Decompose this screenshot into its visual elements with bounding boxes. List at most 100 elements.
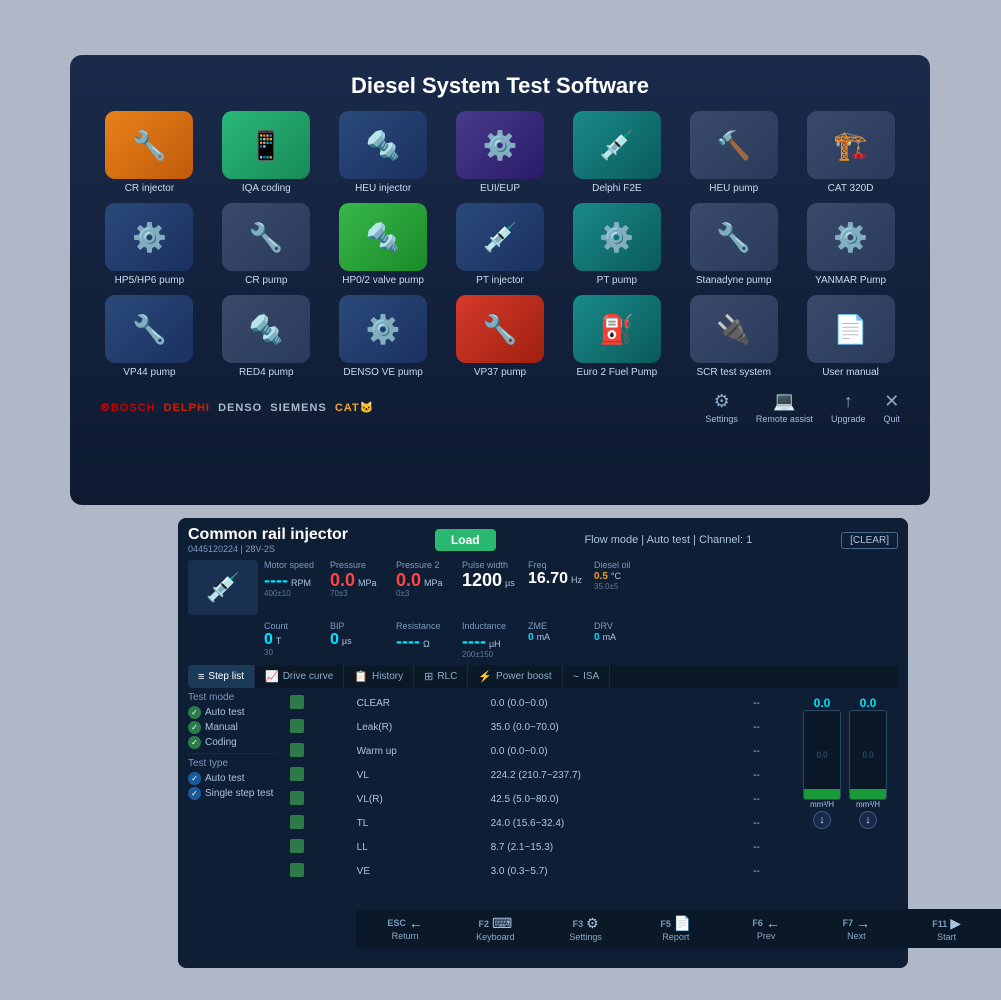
fkey-f3[interactable]: F3 ⚙ Settings (556, 915, 616, 942)
cylinder-1-tube: 0.0 (803, 710, 841, 800)
step-extra: -- (747, 788, 795, 812)
icon-box: 🔧 (105, 295, 193, 363)
fkey-code: ESC (387, 918, 406, 928)
icon-label: PT injector (476, 275, 524, 287)
test-mode-item-auto-test[interactable]: ✓Auto test (188, 706, 276, 719)
pressure2-unit: MPa (424, 578, 443, 588)
icon-item-cr-pump[interactable]: 🔧 CR pump (212, 203, 321, 287)
test-mode-item-manual[interactable]: ✓Manual (188, 721, 276, 734)
tab-step-list[interactable]: ≡Step list (188, 665, 255, 688)
fkey-f7[interactable]: F7 → Next (826, 915, 886, 942)
icon-item-hp0/2-valve-pump[interactable]: 🔩 HP0/2 valve pump (329, 203, 438, 287)
tab-rlc[interactable]: ⊞RLC (414, 665, 468, 688)
step-checkbox[interactable] (290, 815, 304, 829)
diesel-oil-metric: Diesel oil 0.5 °C 35.0±5 (594, 560, 654, 591)
icon-item-stanadyne-pump[interactable]: 🔧 Stanadyne pump (679, 203, 788, 287)
icon-item-pt-pump[interactable]: ⚙️ PT pump (562, 203, 671, 287)
icon-item-delphi-f2e[interactable]: 💉 Delphi F2E (562, 111, 671, 195)
tab-isa[interactable]: ~ISA (563, 665, 611, 688)
icon-item-iqa-coding[interactable]: 📱 IQA coding (212, 111, 321, 195)
icon-item-vp44-pump[interactable]: 🔧 VP44 pump (95, 295, 204, 379)
icon-item-denso-ve-pump[interactable]: ⚙️ DENSO VE pump (329, 295, 438, 379)
tab-history[interactable]: 📋History (344, 665, 414, 688)
toolbar-sym: ✕ (884, 391, 899, 412)
icon-item-hp5/hp6-pump[interactable]: ⚙️ HP5/HP6 pump (95, 203, 204, 287)
icon-item-euro-2-fuel-pump[interactable]: ⛽ Euro 2 Fuel Pump (562, 295, 671, 379)
test-mode-item-coding[interactable]: ✓ Coding (188, 736, 276, 749)
toolbar-quit[interactable]: ✕Quit (883, 391, 900, 424)
load-button[interactable]: Load (435, 529, 496, 551)
table-row[interactable]: VL 224.2 (210.7~237.7) -- (284, 764, 795, 788)
step-extra: -- (747, 740, 795, 764)
pressure-label: Pressure (330, 560, 390, 570)
step-checkbox[interactable] (290, 863, 304, 877)
drv-value: 0 (594, 632, 600, 643)
toolbar-upgrade[interactable]: ↑Upgrade (831, 391, 866, 424)
icon-item-red4-pump[interactable]: 🔩 RED4 pump (212, 295, 321, 379)
tab-label: Power boost (496, 671, 552, 682)
step-value: 0.0 (0.0~0.0) (485, 692, 748, 716)
icon-item-user-manual[interactable]: 📄 User manual (796, 295, 905, 379)
tab-label: Step list (208, 671, 244, 682)
table-row[interactable]: TL 24.0 (15.6~32.4) -- (284, 812, 795, 836)
step-checkbox[interactable] (290, 839, 304, 853)
icon-box: 🔧 (690, 203, 778, 271)
table-row[interactable]: VE 3.0 (0.3~5.7) -- (284, 860, 795, 884)
count-metric: Count 0 T 30 (264, 621, 324, 657)
icon-item-eui/eup[interactable]: ⚙️ EUI/EUP (446, 111, 555, 195)
fkey-f2[interactable]: F2 ⌨ Keyboard (465, 915, 525, 942)
icon-label: Stanadyne pump (696, 275, 772, 287)
test-type-item-single-step-test[interactable]: ✓Single step test (188, 787, 276, 800)
clear-button[interactable]: [CLEAR] (841, 532, 898, 549)
toolbar-settings[interactable]: ⚙Settings (705, 391, 738, 424)
pulse-width-value: 1200 (462, 571, 502, 589)
fkey-esc[interactable]: ESC ← Return (375, 915, 435, 942)
icon-item-heu-injector[interactable]: 🔩 HEU injector (329, 111, 438, 195)
fkey-f6[interactable]: F6 ← Prev (736, 915, 796, 942)
tab-power-boost[interactable]: ⚡Power boost (468, 665, 562, 688)
tab-label: ISA (583, 671, 599, 682)
icon-item-cat-320d[interactable]: 🏗️ CAT 320D (796, 111, 905, 195)
tab-drive-curve[interactable]: 📈Drive curve (255, 665, 344, 688)
icon-label: VP37 pump (474, 367, 526, 379)
fkey-f11[interactable]: F11 ▶ Start (917, 915, 977, 942)
fkey-f5[interactable]: F5 📄 Report (646, 915, 706, 942)
top-title: Diesel System Test Software (90, 65, 910, 111)
motor-speed-unit: RPM (291, 578, 311, 588)
icon-item-heu-pump[interactable]: 🔨 HEU pump (679, 111, 788, 195)
step-checkbox[interactable] (290, 743, 304, 757)
icon-item-pt-injector[interactable]: 💉 PT injector (446, 203, 555, 287)
cylinder-1-top-value: 0.0 (814, 696, 831, 710)
table-row[interactable]: VL(R) 42.5 (5.0~80.0) -- (284, 788, 795, 812)
icon-item-scr-test-system[interactable]: 🔌 SCR test system (679, 295, 788, 379)
table-row[interactable]: LL 8.7 (2.1~15.3) -- (284, 836, 795, 860)
step-checkbox[interactable] (290, 791, 304, 805)
test-type-item-auto-test[interactable]: ✓Auto test (188, 772, 276, 785)
table-row[interactable]: Leak(R) 35.0 (0.0~70.0) -- (284, 716, 795, 740)
step-value: 3.0 (0.3~5.7) (485, 860, 748, 884)
cylinder-2-block: 0.0 0.0 mm³/H ↓ (849, 696, 887, 829)
toolbar-sym: ↑ (844, 391, 853, 412)
icon-item-cr-injector[interactable]: 🔧 CR injector (95, 111, 204, 195)
zme-unit: mA (537, 632, 551, 642)
step-checkbox[interactable] (290, 695, 304, 709)
step-checkbox[interactable] (290, 767, 304, 781)
pressure2-label: Pressure 2 (396, 560, 456, 570)
step-checkbox[interactable] (290, 719, 304, 733)
brand-denso: DENSO (218, 402, 262, 414)
table-row[interactable]: Warm up 0.0 (0.0~0.0) -- (284, 740, 795, 764)
fkey-label: Keyboard (476, 932, 515, 942)
icon-box: 📱 (222, 111, 310, 179)
table-row[interactable]: CLEAR 0.0 (0.0~0.0) -- (284, 692, 795, 716)
icon-item-vp37-pump[interactable]: 🔧 VP37 pump (446, 295, 555, 379)
step-checkbox-cell (284, 788, 351, 812)
tab-label: Drive curve (283, 671, 334, 682)
check-circle: ✓ (188, 736, 201, 749)
pressure2-value: 0.0 (396, 571, 421, 589)
check-label: Coding (205, 737, 237, 748)
brand-delphi: DELPHI (164, 402, 210, 414)
tab-icon: ⊞ (424, 670, 433, 683)
toolbar-remote-assist[interactable]: 💻Remote assist (756, 391, 813, 424)
icon-item-yanmar-pump[interactable]: ⚙️ YANMAR Pump (796, 203, 905, 287)
step-value: 35.0 (0.0~70.0) (485, 716, 748, 740)
